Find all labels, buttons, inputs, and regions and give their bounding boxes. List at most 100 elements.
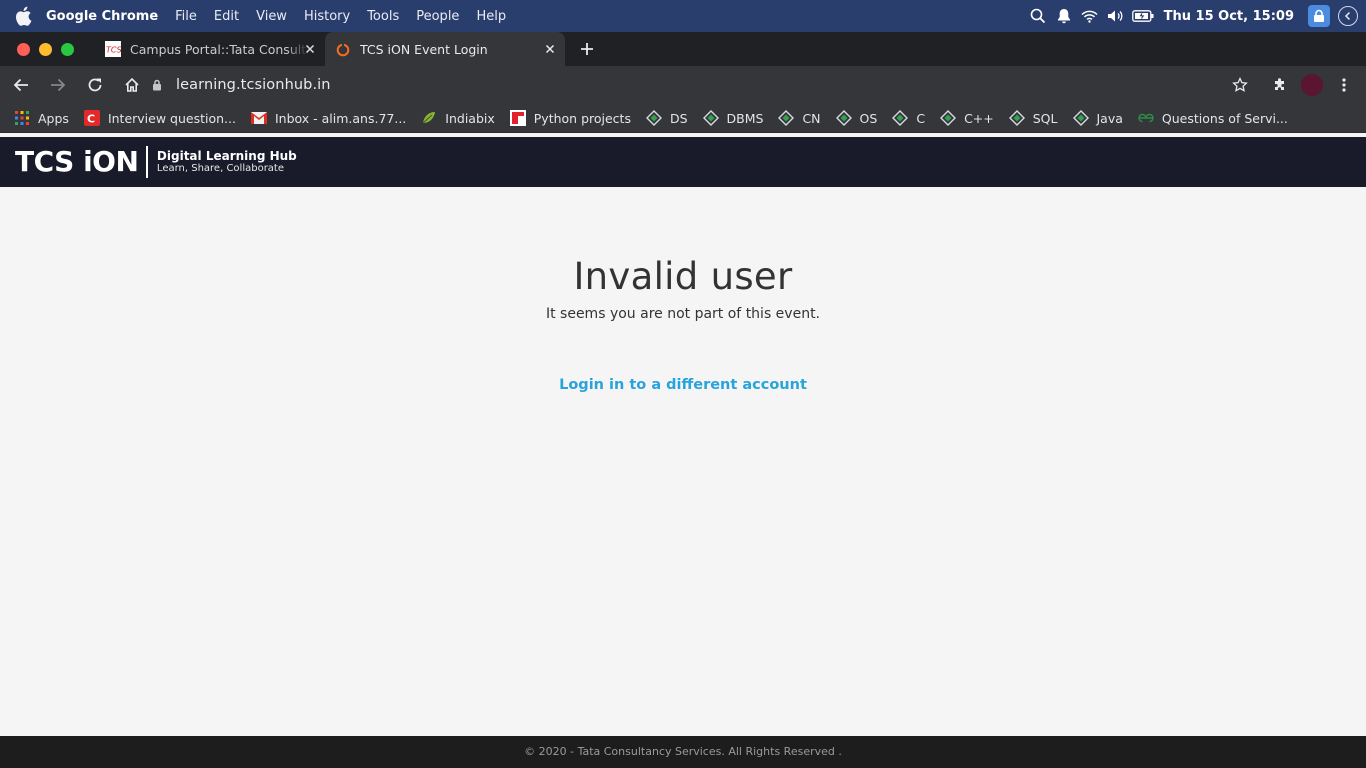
bookmark-java[interactable]: Java (1072, 110, 1123, 126)
bookmark-label: DS (669, 110, 688, 126)
apple-icon[interactable] (12, 5, 34, 27)
menu-history[interactable]: History (304, 9, 350, 24)
bookmark-os[interactable]: OS (835, 110, 878, 126)
profile-avatar[interactable] (1296, 69, 1328, 101)
different-account-login-link[interactable]: Login in to a different account (559, 377, 807, 393)
bookmark-label: C++ (964, 110, 994, 126)
svg-text:C: C (87, 113, 95, 126)
hackerrank-icon (940, 110, 957, 126)
extensions-puzzle-icon[interactable] (1264, 69, 1296, 101)
tab-campus-portal[interactable]: TCS Campus Portal::Tata Consultancy (95, 32, 325, 66)
bookmark-python-projects[interactable]: Python projects (509, 110, 631, 126)
hackerrank-icon (892, 110, 909, 126)
bookmark-star-icon[interactable] (1224, 69, 1256, 101)
reload-button[interactable] (79, 69, 111, 101)
menu-view[interactable]: View (256, 9, 287, 24)
menu-app-name[interactable]: Google Chrome (46, 9, 158, 24)
bookmark-label: SQL (1032, 110, 1058, 126)
browser-toolbar: learning.tcsionhub.in (0, 66, 1366, 104)
window-controls (0, 32, 83, 66)
tab-strip: TCS Campus Portal::Tata Consultancy TCS … (0, 32, 1366, 66)
new-tab-button[interactable] (573, 32, 601, 66)
hub-title: Digital Learning Hub (156, 149, 297, 163)
bookmark-inbox[interactable]: Inbox - alim.ans.77... (250, 110, 407, 126)
site-header: TCS iON Digital Learning Hub Learn, Shar… (0, 137, 1366, 187)
bookmark-label: Indiabix (445, 110, 495, 126)
tcs-ion-logo[interactable]: TCS iON Digital Learning Hub Learn, Shar… (15, 146, 297, 178)
hackerrank-icon (1072, 110, 1089, 126)
os-menubar: Google Chrome File Edit View History Too… (0, 0, 1366, 32)
copyright-text: © 2020 - Tata Consultancy Services. All … (524, 745, 842, 758)
bookmark-cpp[interactable]: C++ (940, 110, 994, 126)
hackerrank-icon (778, 110, 795, 126)
bookmark-label: Interview question... (107, 110, 236, 126)
bookmark-indiabix[interactable]: Indiabix (421, 110, 495, 126)
clock[interactable]: Thu 15 Oct, 15:09 (1164, 9, 1294, 24)
wifi-icon[interactable] (1078, 0, 1102, 32)
bookmark-cn[interactable]: CN (778, 110, 821, 126)
bookmark-label: Java (1096, 110, 1123, 126)
hackerrank-icon (1008, 110, 1025, 126)
bookmark-interview-questions[interactable]: C Interview question... (83, 110, 236, 126)
tab-title: TCS iON Event Login (360, 41, 488, 57)
apps-grid-icon (14, 110, 30, 126)
close-window-button[interactable] (17, 42, 30, 56)
bookmarks-bar: Apps C Interview question... Inbox - ali… (0, 104, 1366, 133)
bookmark-dbms[interactable]: DBMS (702, 110, 764, 126)
hub-tagline: Learn, Share, Collaborate (156, 163, 285, 174)
svg-text:TCS: TCS (106, 46, 121, 55)
python-projects-icon (509, 110, 526, 126)
tab-title: Campus Portal::Tata Consultancy (130, 41, 308, 57)
hackerrank-icon (645, 110, 662, 126)
zoom-window-button[interactable] (61, 42, 74, 56)
brand-name: TCS iON (15, 145, 139, 178)
geeksforgeeks-icon (1138, 110, 1154, 126)
bookmark-label: Apps (38, 110, 69, 126)
volume-icon[interactable] (1104, 0, 1128, 32)
tcs-favicon: TCS (105, 41, 122, 57)
bookmark-questions-of-servi[interactable]: Questions of Servi... (1138, 110, 1288, 126)
bookmark-label: Questions of Servi... (1161, 110, 1288, 126)
search-icon[interactable] (1026, 0, 1050, 32)
bookmark-label: DBMS (726, 110, 764, 126)
hackerrank-icon (835, 110, 852, 126)
back-button[interactable] (5, 69, 37, 101)
page-title: Invalid user (573, 255, 793, 298)
menu-people[interactable]: People (416, 9, 459, 24)
menu-tools[interactable]: Tools (367, 9, 399, 24)
c-logo-icon: C (83, 110, 100, 126)
logo-divider (146, 146, 148, 178)
menu-help[interactable]: Help (476, 9, 506, 24)
main-content: Invalid user It seems you are not part o… (0, 187, 1366, 736)
menu-edit[interactable]: Edit (214, 9, 239, 24)
bookmark-label: Inbox - alim.ans.77... (274, 110, 407, 126)
bookmark-apps[interactable]: Apps (14, 110, 69, 126)
error-message: It seems you are not part of this event. (545, 306, 821, 322)
bookmark-c[interactable]: C (892, 110, 925, 126)
bookmark-ds[interactable]: DS (645, 110, 688, 126)
bookmark-label: CN (802, 110, 821, 126)
bookmark-sql[interactable]: SQL (1008, 110, 1058, 126)
close-tab-icon[interactable] (543, 42, 557, 56)
bookmark-label: Python projects (533, 110, 631, 126)
lock-icon[interactable] (152, 79, 162, 91)
url-text[interactable]: learning.tcsionhub.in (176, 77, 331, 93)
forward-button[interactable] (42, 69, 74, 101)
menu-file[interactable]: File (175, 9, 197, 24)
bookmark-label: C (916, 110, 926, 126)
page-footer: © 2020 - Tata Consultancy Services. All … (0, 736, 1366, 768)
lock-app-icon[interactable] (1308, 5, 1330, 27)
address-bar[interactable]: learning.tcsionhub.in (140, 70, 1260, 100)
minimize-window-button[interactable] (39, 42, 52, 56)
notification-bell-icon[interactable] (1052, 0, 1076, 32)
battery-icon[interactable] (1130, 0, 1156, 32)
gmail-icon (250, 110, 267, 126)
close-tab-icon[interactable] (303, 42, 317, 56)
menu-kebab-icon[interactable] (1328, 69, 1360, 101)
bookmark-label: OS (859, 110, 878, 126)
indiabix-icon (421, 110, 437, 126)
hackerrank-icon (702, 110, 719, 126)
tab-tcs-ion-event-login[interactable]: TCS iON Event Login (325, 32, 565, 66)
back-arrow-icon[interactable] (1338, 6, 1358, 26)
tcs-ion-favicon (335, 41, 351, 57)
